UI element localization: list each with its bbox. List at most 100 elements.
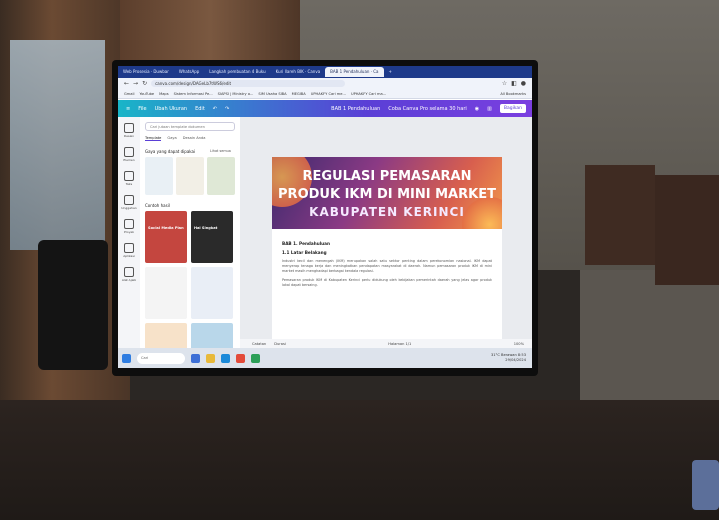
see-all-link[interactable]: Lihat semua	[210, 149, 231, 153]
apps-icon	[123, 243, 134, 253]
browser-tab[interactable]: Web Prosesia · Duwbar	[118, 67, 174, 77]
template-thumb[interactable]	[145, 157, 173, 195]
template-thumb[interactable]	[176, 157, 204, 195]
edge-icon[interactable]	[221, 353, 230, 363]
paragraph: Industri kecil dan menengah (IKM) merupa…	[282, 259, 492, 273]
clock-date[interactable]: 29/04/2024	[505, 358, 526, 362]
taskbar-search[interactable]: Cari	[137, 352, 185, 364]
rail-item-apps[interactable]: Aplikasi	[123, 243, 135, 258]
elements-icon	[124, 147, 134, 157]
extensions-icon[interactable]: ◧	[511, 80, 517, 87]
template-thumb[interactable]: Hal Singkat	[191, 211, 233, 263]
section-title: Gaya yang dapat dipakai	[145, 149, 196, 154]
rail-item-label: Teks	[125, 182, 133, 186]
desk-surface	[0, 400, 719, 520]
tab-your-designs[interactable]: Desain Anda	[183, 136, 206, 141]
url-field[interactable]: canva.com/design/DAGeLb7tWS6/edit	[151, 80, 346, 87]
address-bar-row: ← → ↻ canva.com/design/DAGeLb7tWS6/edit …	[118, 78, 532, 89]
browser-tab-active[interactable]: BAB 1 Pendahuluan · Ca	[325, 67, 384, 77]
bookmark-item[interactable]: YouTube	[140, 92, 155, 96]
tab-template[interactable]: Template	[145, 136, 162, 141]
bookmark-item[interactable]: Maps	[159, 92, 168, 96]
document-title[interactable]: BAB 1 Pendahuluan	[331, 106, 380, 112]
room-window	[10, 40, 105, 250]
cover-banner[interactable]: REGULASI PEMASARAN PRODUK IKM DI MINI MA…	[272, 157, 502, 229]
monitor-screen: Web Prosesia · Duwbar WhatsApp Langkah p…	[118, 66, 532, 368]
room-cabinet-2	[655, 175, 719, 285]
panel-tabs: Template Gaya Desain Anda	[145, 136, 237, 141]
file-explorer-icon[interactable]	[206, 353, 215, 363]
windows-start-icon[interactable]	[122, 353, 131, 363]
room-floor	[580, 270, 719, 410]
template-thumb[interactable]	[207, 157, 235, 195]
rail-item-label: Desain	[123, 134, 135, 138]
banner-title-line-1: REGULASI PEMASARAN	[302, 169, 472, 184]
trial-link[interactable]: Coba Canva Pro selama 30 hari	[388, 106, 467, 112]
tab-style[interactable]: Gaya	[167, 136, 176, 141]
rail-item-uploads[interactable]: Unggahan	[121, 195, 137, 210]
browser-tab-bar: Web Prosesia · Duwbar WhatsApp Langkah p…	[118, 66, 532, 78]
redo-icon[interactable]: ↷	[225, 106, 229, 112]
bookmark-item[interactable]: SIM Usaha SIBA	[258, 92, 286, 96]
file-menu[interactable]: File	[138, 106, 146, 112]
back-icon[interactable]: ←	[124, 80, 129, 87]
weather-label[interactable]: 31°C Berawan	[491, 353, 517, 357]
design-icon	[123, 123, 134, 133]
new-tab-icon[interactable]: +	[384, 67, 397, 77]
bookmark-item[interactable]: UPHAKFY Cari ma...	[351, 92, 386, 96]
browser-tab[interactable]: Kuri Ilareh BIK · Canva	[271, 67, 326, 77]
reload-icon[interactable]: ↻	[142, 80, 147, 87]
chart-icon[interactable]: ▥	[487, 106, 492, 112]
document-page[interactable]: REGULASI PEMASARAN PRODUK IKM DI MINI MA…	[272, 157, 502, 357]
zoom-level[interactable]: 100%	[514, 342, 524, 346]
rail-item-label: Aplikasi	[123, 254, 135, 258]
clock-time[interactable]: 8:53	[518, 353, 526, 357]
bookmark-item[interactable]: UPHAKFY Cari me...	[311, 92, 346, 96]
template-panel: Cari jutaan template dokumen Template Ga…	[140, 117, 241, 357]
os-taskbar: Cari 31°C Berawan 8:53 29/04/2024	[118, 348, 532, 368]
notes-button[interactable]: Catatan	[252, 342, 266, 346]
browser-tab[interactable]: Langkah pembuatan 4 Buku	[204, 67, 270, 77]
room-cabinet	[585, 165, 655, 265]
share-button[interactable]: Bagikan	[499, 104, 526, 113]
resize-button[interactable]: Ubah Ukuran	[155, 106, 188, 112]
taskview-icon[interactable]	[191, 353, 200, 363]
rail-item-projects[interactable]: Proyek	[124, 219, 134, 234]
bookmark-item[interactable]: Gmail	[124, 92, 135, 96]
undo-icon[interactable]: ↶	[213, 106, 217, 112]
rail-item-elements[interactable]: Elemen	[123, 147, 135, 162]
canva-side-rail: Desain Elemen Teks Unggahan Proyek Aplik…	[118, 117, 140, 357]
timer-button[interactable]: Durasi	[274, 342, 286, 346]
template-label: Hal Singkat	[194, 226, 218, 230]
avatar[interactable]: ◉	[475, 106, 479, 112]
rail-item-design[interactable]: Desain	[124, 123, 134, 138]
upload-icon	[123, 195, 134, 205]
template-search-input[interactable]: Cari jutaan template dokumen	[145, 122, 235, 131]
chrome-icon[interactable]	[236, 353, 245, 363]
template-thumb[interactable]: Social Media Plan	[145, 211, 187, 263]
section-title: Contoh hasil	[145, 203, 170, 208]
profile-icon[interactable]: ●	[521, 80, 526, 87]
rail-item-text[interactable]: Teks	[124, 171, 134, 186]
magic-icon	[123, 267, 134, 277]
bookmark-item[interactable]: SIAPSI | Ministry o...	[218, 92, 254, 96]
browser-tab[interactable]: WhatsApp	[174, 67, 204, 77]
text-icon	[124, 171, 134, 181]
star-icon[interactable]: ☆	[502, 80, 507, 87]
page-indicator[interactable]: Halaman 1/1	[388, 342, 411, 346]
bookmark-item[interactable]: MEGIBA	[292, 92, 306, 96]
forward-icon[interactable]: →	[133, 80, 138, 87]
app-icon[interactable]	[251, 353, 260, 363]
edit-menu[interactable]: Edit	[195, 106, 205, 112]
bookmark-item[interactable]: Sistem Informasi Pe...	[174, 92, 213, 96]
all-bookmarks[interactable]: All Bookmarks	[500, 92, 526, 96]
template-thumb[interactable]	[145, 267, 187, 319]
document-body[interactable]: BAB 1. Pendahuluan 1.1 Latar Belakang In…	[282, 241, 492, 292]
menu-icon[interactable]: ≡	[126, 106, 130, 112]
template-thumb[interactable]	[191, 267, 233, 319]
section-heading: 1.1 Latar Belakang	[282, 250, 327, 255]
rail-item-label: Unggahan	[121, 206, 137, 210]
rail-item-label: Proyek	[123, 230, 135, 234]
editor-status-bar: Catatan Durasi Halaman 1/1 100%	[240, 339, 532, 348]
rail-item-magic[interactable]: Alat Ajaib	[122, 267, 136, 282]
